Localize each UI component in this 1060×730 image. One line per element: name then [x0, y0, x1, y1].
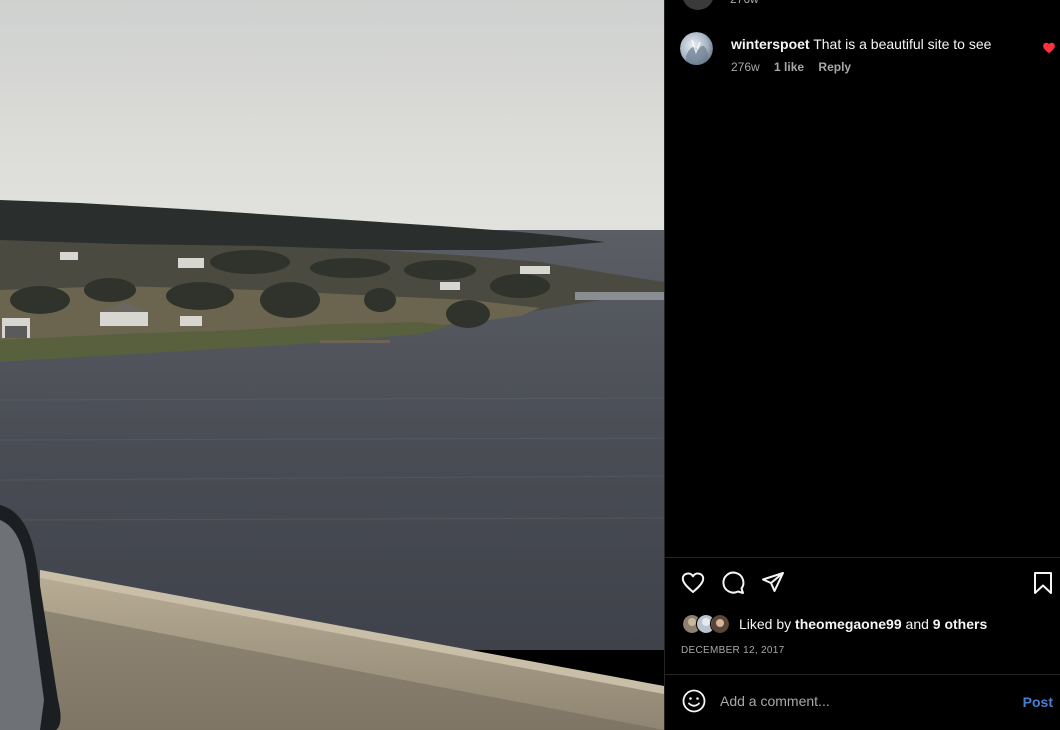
comment-username[interactable]: winterspoet — [731, 36, 810, 52]
previous-comment-time: 276w — [730, 0, 759, 6]
comment-item: winterspoet That is a beautiful site to … — [680, 32, 1055, 76]
share-icon[interactable] — [760, 570, 786, 596]
comment-body: That is a beautiful site to see — [813, 36, 992, 52]
reply-button[interactable]: Reply — [818, 60, 851, 74]
post-actions — [680, 570, 1056, 600]
divider — [665, 557, 1060, 558]
likes-prefix: Liked by — [739, 616, 796, 632]
likes-text: Liked by theomegaone99 and 9 others — [739, 616, 987, 632]
add-comment-bar: Post — [665, 675, 1060, 730]
heart-icon[interactable] — [680, 570, 706, 596]
comment-heart-icon[interactable] — [1042, 41, 1056, 55]
post-date: DECEMBER 12, 2017 — [681, 645, 785, 656]
post-button[interactable]: Post — [1023, 694, 1053, 710]
liker-avatar — [710, 614, 730, 634]
liker-avatars[interactable] — [682, 614, 736, 634]
emoji-icon[interactable] — [681, 688, 707, 714]
likes-others-link[interactable]: 9 others — [933, 616, 987, 632]
comment-text: winterspoet That is a beautiful site to … — [731, 35, 991, 53]
comment-input[interactable] — [720, 690, 990, 712]
liked-by-user[interactable]: theomegaone99 — [795, 616, 902, 632]
likes-connector: and — [901, 616, 933, 632]
comment-icon[interactable] — [720, 570, 746, 596]
avatar[interactable] — [680, 32, 713, 65]
post-photo — [0, 0, 664, 730]
landscape-image — [0, 0, 664, 730]
bookmark-icon[interactable] — [1030, 570, 1056, 596]
comment-time: 276w — [731, 60, 760, 74]
comment-likes[interactable]: 1 like — [774, 60, 804, 74]
comment-meta: 276w 1 like Reply — [731, 60, 862, 74]
